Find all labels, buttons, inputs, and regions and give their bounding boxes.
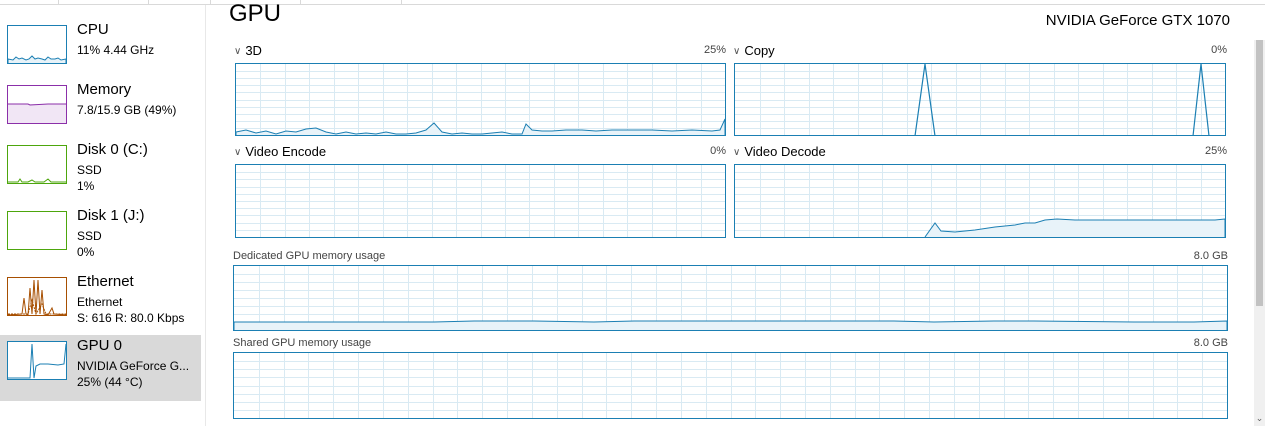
graph-grid (234, 353, 1227, 418)
sidebar-item-disk-0[interactable]: Disk 0 (C:) SSD 1% (0, 139, 201, 205)
shared-memory-label: Shared GPU memory usage (233, 337, 372, 349)
graph-grid (236, 165, 725, 237)
chevron-down-icon: ∨ (234, 147, 242, 158)
engine-label: Copy (744, 43, 775, 58)
graph-shared-memory (233, 352, 1228, 419)
sidebar: CPU 11% 4.44 GHz Memory 7.8/15.9 GB (49%… (0, 5, 206, 426)
chevron-down-icon: ∨ (733, 147, 741, 158)
sidebar-item-detail: 11% 4.44 GHz (77, 43, 155, 57)
sidebar-item-detail: 7.8/15.9 GB (49%) (77, 103, 177, 117)
sidebar-item-memory[interactable]: Memory 7.8/15.9 GB (49%) (0, 79, 201, 145)
sidebar-item-usage: 25% (44 °C) (77, 375, 143, 389)
graph-grid (234, 266, 1227, 330)
sidebar-item-throughput: S: 616 R: 80.0 Kbps (77, 311, 185, 325)
sidebar-item-label: Memory (77, 81, 132, 98)
sidebar-item-usage: 0% (77, 245, 95, 259)
scrollbar-thumb[interactable] (1256, 40, 1263, 306)
sidebar-item-detail: NVIDIA GeForce G... (77, 359, 190, 373)
vertical-scrollbar[interactable]: ⌄ (1254, 40, 1265, 426)
adapter-name: NVIDIA GeForce GTX 1070 (1045, 12, 1230, 29)
shared-memory-max: 8.0 GB (1193, 337, 1228, 349)
engine-selector-video-encode[interactable]: ∨ Video Encode (234, 144, 326, 159)
dedicated-memory-label: Dedicated GPU memory usage (233, 250, 386, 262)
chevron-down-icon: ∨ (733, 46, 741, 57)
graph-dedicated-memory (233, 265, 1228, 331)
sidebar-item-label: Disk 0 (C:) (77, 141, 148, 158)
disk-0-thumbnail-graph (7, 145, 67, 184)
engine-max-3d: 25% (703, 44, 726, 56)
graph-3d (235, 63, 726, 136)
engine-selector-video-decode[interactable]: ∨ Video Decode (733, 144, 826, 159)
engine-label: 3D (245, 43, 262, 58)
engine-label: Video Encode (245, 144, 327, 159)
chevron-down-icon: ∨ (234, 46, 242, 57)
sidebar-item-cpu[interactable]: CPU 11% 4.44 GHz (0, 19, 201, 85)
memory-thumbnail-graph (7, 85, 67, 124)
gpu-0-thumbnail-graph (7, 341, 67, 380)
graph-copy (734, 63, 1226, 136)
sidebar-item-label: Disk 1 (J:) (77, 207, 145, 224)
engine-max-video-encode: 0% (710, 145, 726, 157)
sidebar-item-gpu-0[interactable]: GPU 0 NVIDIA GeForce G... 25% (44 °C) (0, 335, 201, 401)
disk-1-thumbnail-graph (7, 211, 67, 250)
dedicated-memory-max: 8.0 GB (1193, 250, 1228, 262)
ethernet-thumbnail-graph (7, 277, 67, 316)
graph-grid (236, 64, 725, 135)
scroll-down-arrow-icon[interactable]: ⌄ (1254, 413, 1265, 424)
sidebar-item-label: GPU 0 (77, 337, 123, 354)
engine-selector-3d[interactable]: ∨ 3D (234, 43, 262, 58)
gpu-detail-panel: GPU NVIDIA GeForce GTX 1070 ∨ 3D 25% ∨ Cop… (206, 0, 1254, 426)
sidebar-item-detail: SSD (77, 163, 102, 177)
engine-label: Video Decode (744, 144, 826, 159)
sidebar-item-detail: SSD (77, 229, 102, 243)
graph-grid (735, 64, 1225, 135)
tab-segment[interactable] (148, 0, 211, 4)
page-title: GPU (229, 0, 282, 27)
sidebar-item-label: Ethernet (77, 273, 134, 290)
cpu-thumbnail-graph (7, 25, 67, 64)
sidebar-item-label: CPU (77, 21, 109, 38)
tab-segment[interactable] (58, 0, 149, 4)
graph-video-encode (235, 164, 726, 238)
sidebar-item-disk-1[interactable]: Disk 1 (J:) SSD 0% (0, 205, 201, 271)
graph-video-decode (734, 164, 1226, 238)
engine-selector-copy[interactable]: ∨ Copy (733, 43, 775, 58)
engine-max-video-decode: 25% (1204, 145, 1227, 157)
engine-max-copy: 0% (1211, 44, 1227, 56)
sidebar-item-ethernet[interactable]: Ethernet Ethernet S: 616 R: 80.0 Kbps (0, 271, 201, 337)
sidebar-item-detail: Ethernet (77, 295, 123, 309)
sidebar-item-usage: 1% (77, 179, 95, 193)
